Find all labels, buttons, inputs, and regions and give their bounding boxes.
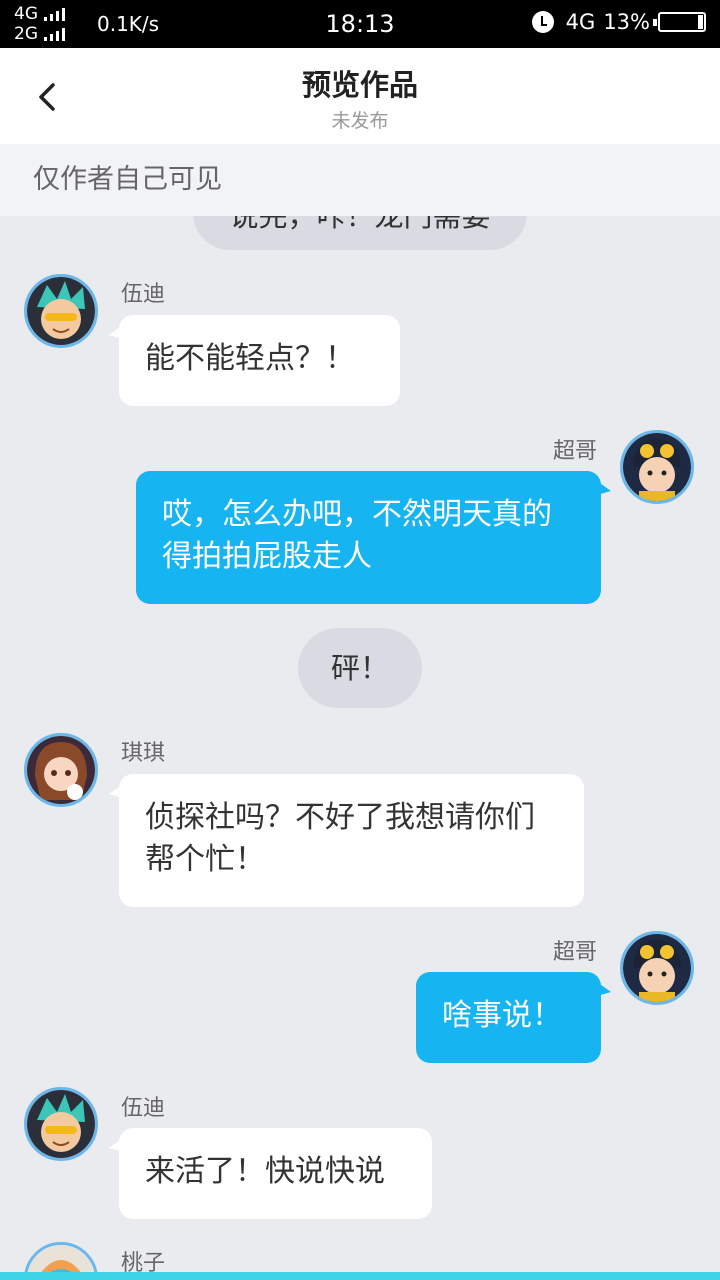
battery-percent: 13% bbox=[603, 10, 650, 34]
message-bubble[interactable]: 来活了！快说快说 bbox=[109, 1128, 432, 1219]
avatar[interactable] bbox=[620, 931, 694, 1005]
speaker-name: 超哥 bbox=[553, 439, 598, 464]
avatar[interactable] bbox=[24, 1087, 98, 1161]
avatar-woody-icon bbox=[27, 277, 95, 345]
avatar[interactable] bbox=[24, 274, 98, 348]
visibility-notice: 仅作者自己可见 bbox=[0, 144, 720, 216]
message-bubble[interactable]: 侦探社吗？不好了我想请你们帮个忙！ bbox=[109, 774, 584, 907]
page-subtitle: 未发布 bbox=[331, 110, 389, 132]
battery-icon bbox=[653, 12, 706, 32]
message-bubble[interactable]: 能不能轻点？！ bbox=[109, 315, 400, 406]
narration-bubble: 砰！ bbox=[298, 628, 422, 708]
avatar-chaoge-icon bbox=[623, 433, 691, 501]
narration-bubble: 说完，咔！龙门需要 bbox=[193, 216, 527, 250]
speaker-name: 伍迪 bbox=[121, 1096, 166, 1121]
alarm-icon bbox=[531, 11, 554, 33]
page-title: 预览作品 bbox=[301, 68, 418, 102]
avatar-woody-icon bbox=[27, 1090, 95, 1158]
chat-list[interactable]: 说完，咔！龙门需要 伍迪 能不能轻点？！ 超哥 哎，怎么办吧，不然明天真的得拍拍… bbox=[0, 216, 720, 1280]
header: 预览作品 未发布 bbox=[0, 48, 720, 144]
avatar-qiqi-icon bbox=[27, 736, 95, 804]
speaker-name: 琪琪 bbox=[121, 741, 166, 766]
network-type-right: 4G bbox=[565, 10, 596, 34]
avatar-chaoge-icon bbox=[623, 934, 691, 1002]
status-bar: 4G 2G 0.1K/s 18:13 4G 13% bbox=[0, 0, 720, 48]
avatar[interactable] bbox=[24, 733, 98, 807]
speaker-name: 伍迪 bbox=[121, 282, 166, 307]
message-bubble[interactable]: 哎，怎么办吧，不然明天真的得拍拍屁股走人 bbox=[136, 471, 611, 604]
message-bubble[interactable]: 啥事说！ bbox=[416, 972, 611, 1063]
battery-fill bbox=[698, 15, 703, 29]
speaker-name: 超哥 bbox=[553, 940, 598, 965]
bottom-accent-bar bbox=[0, 1272, 720, 1280]
avatar[interactable] bbox=[620, 430, 694, 504]
